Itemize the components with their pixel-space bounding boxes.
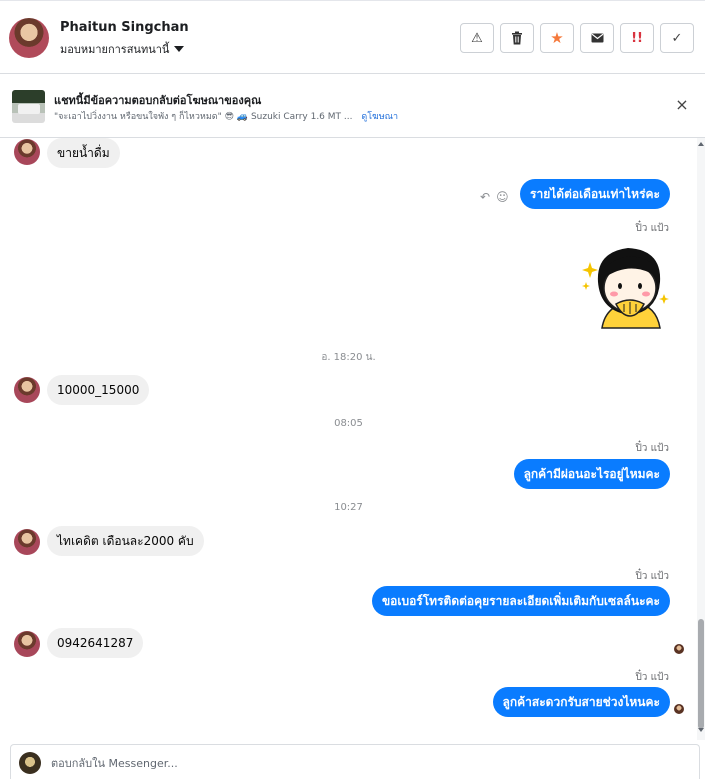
envelope-icon [591, 33, 603, 43]
mark-urgent-button[interactable]: !! [620, 23, 654, 53]
ad-banner-title: แชทนี้มีข้อความตอบกลับต่อโฆษณาของคุณ [54, 94, 262, 107]
sender-name: ปิ๋ว แป้ว [635, 223, 669, 234]
customer-avatar-small [14, 631, 40, 657]
outgoing-message[interactable]: ขอเบอร์โทรติดต่อคุยรายละเอียดเพิ่มเติมกั… [371, 586, 670, 616]
ad-reply-banner: แชทนี้มีข้อความตอบกลับต่อโฆษณาของคุณ "จะ… [0, 74, 705, 138]
incoming-message[interactable]: ขายน้ำดื่ม [47, 138, 120, 168]
sender-name: ปิ๋ว แป้ว [635, 672, 669, 683]
reply-composer [10, 744, 700, 779]
outgoing-message[interactable]: ลูกค้าสะดวกรับสายช่วงไหนคะ [492, 687, 670, 717]
incoming-message[interactable]: ไทเคดิต เดือนละ2000 คับ [47, 526, 204, 556]
sticker-image[interactable] [576, 242, 671, 332]
caret-down-icon [174, 46, 185, 52]
trash-icon [512, 31, 522, 45]
sender-name: ปิ๋ว แป้ว [635, 571, 669, 582]
scroll-up-icon[interactable] [698, 142, 704, 146]
assign-label: มอบหมายการสนทนานี้ [60, 43, 170, 56]
ad-thumbnail[interactable] [12, 90, 45, 123]
sender-name: ปิ๋ว แป้ว [635, 443, 669, 454]
urgent-icon: !! [631, 30, 643, 46]
close-banner-icon[interactable]: × [672, 94, 692, 114]
star-button[interactable]: ★ [540, 23, 574, 53]
react-emoji-icon[interactable]: ☺ [496, 190, 509, 204]
message-thread: ขายน้ำดื่ม ↶ ☺ รายได้ต่อเดือนเท่าไหร่คะ … [0, 138, 697, 740]
customer-name[interactable]: Phaitun Singchan [60, 20, 189, 35]
check-icon: ✓ [671, 30, 683, 46]
incoming-message[interactable]: 0942641287 [47, 628, 144, 658]
message-tools: ↶ ☺ [480, 190, 509, 204]
mark-unread-button[interactable] [580, 23, 614, 53]
reply-icon[interactable]: ↶ [480, 190, 490, 204]
timestamp: 10:27 [334, 502, 363, 513]
ad-banner-subtitle: "จะเอาไปวิ่งงาน หรือขนใจพัง ๆ ก็ไหวหมด" … [54, 109, 398, 123]
mark-done-button[interactable]: ✓ [660, 23, 694, 53]
conversation-header: Phaitun Singchan มอบหมายการสนทนานี้ ⚠ ★ [0, 0, 705, 74]
customer-avatar-small [14, 139, 40, 165]
timestamp: 08:05 [334, 418, 363, 429]
customer-avatar-small [14, 529, 40, 555]
ad-caption: "จะเอาไปวิ่งงาน หรือขนใจพัง ๆ ก็ไหวหมด" … [54, 112, 353, 122]
seen-indicator-avatar [673, 643, 685, 655]
outgoing-message[interactable]: ลูกค้ามีผ่อนอะไรอยู่ไหมคะ [513, 459, 670, 489]
customer-avatar-small [14, 377, 40, 403]
header-actions: ⚠ ★ !! ✓ [460, 23, 694, 53]
mark-spam-button[interactable]: ⚠ [460, 23, 494, 53]
scroll-down-icon[interactable] [698, 728, 704, 732]
seen-indicator-avatar [673, 703, 685, 715]
timestamp: อ. 18:20 น. [321, 352, 376, 363]
scroll-thumb[interactable] [698, 619, 704, 729]
messenger-inbox: Phaitun Singchan มอบหมายการสนทนานี้ ⚠ ★ [0, 0, 705, 779]
outgoing-message[interactable]: รายได้ต่อเดือนเท่าไหร่คะ [520, 179, 670, 209]
page-avatar [19, 752, 41, 774]
customer-avatar[interactable] [9, 18, 49, 58]
star-icon: ★ [550, 29, 564, 47]
view-ad-link[interactable]: ดูโฆษณา [361, 112, 398, 122]
incoming-message[interactable]: 10000_15000 [47, 375, 150, 405]
assign-conversation-dropdown[interactable]: มอบหมายการสนทนานี้ [60, 40, 185, 58]
chat-scrollbar[interactable] [697, 138, 705, 740]
warning-icon: ⚠ [471, 30, 483, 46]
reply-input[interactable] [51, 753, 671, 773]
delete-button[interactable] [500, 23, 534, 53]
